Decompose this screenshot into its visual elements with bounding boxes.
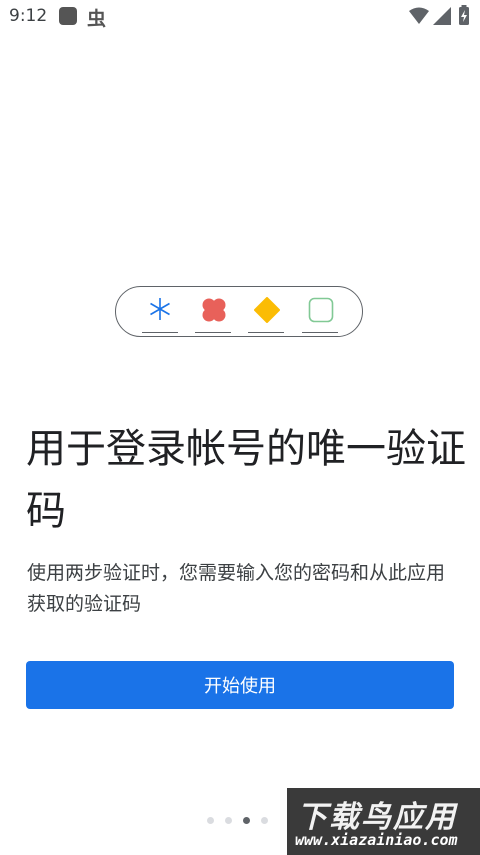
page-dot xyxy=(207,816,214,824)
app-square-icon xyxy=(59,7,77,25)
status-time: 9:12 xyxy=(9,6,48,26)
page-dot-active xyxy=(243,816,250,824)
code-slot xyxy=(248,295,284,333)
watermark-title: 下载鸟应用 xyxy=(297,800,457,835)
page-dot xyxy=(261,816,268,824)
page-dot xyxy=(225,816,232,824)
bug-icon: 虫 xyxy=(87,8,107,30)
orange-diamond-icon xyxy=(254,297,280,323)
code-slot xyxy=(195,295,231,333)
red-flower-icon xyxy=(202,298,226,322)
page-indicator xyxy=(207,815,268,825)
watermark-url: www.xiazainiao.com xyxy=(295,831,458,849)
code-slot xyxy=(142,295,178,333)
battery-charging-icon xyxy=(458,5,470,29)
code-illustration xyxy=(115,286,363,337)
get-started-button[interactable]: 开始使用 xyxy=(26,661,454,709)
description-text: 使用两步验证时，您需要输入您的密码和从此应用获取的验证码 xyxy=(27,562,446,615)
watermark: 下载鸟应用 www.xiazainiao.com xyxy=(287,788,480,855)
page-title: 用于登录帐号的唯一验证码 xyxy=(26,426,466,534)
signal-icon xyxy=(433,7,451,29)
wifi-icon xyxy=(409,7,429,29)
asterisk-icon xyxy=(150,298,170,320)
green-square-icon xyxy=(308,297,334,323)
status-bar: 9:12 虫 xyxy=(0,0,480,34)
code-slot xyxy=(302,295,338,333)
